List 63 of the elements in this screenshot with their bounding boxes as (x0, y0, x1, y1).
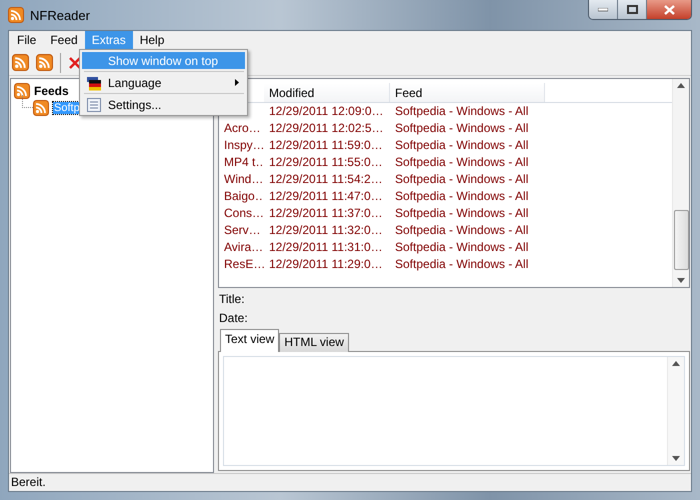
tab[interactable]: Text view (220, 329, 280, 352)
feeds-icon (14, 82, 30, 98)
table-cell-text: Baigo… (223, 188, 264, 205)
table-cell-text: 12/29/2011 11:47:0… (268, 188, 384, 205)
menu-item[interactable]: File (10, 31, 44, 50)
close-button[interactable] (647, 0, 691, 19)
menu-item[interactable]: Language (82, 74, 245, 91)
table-cell-text: 12/29/2011 11:29:0… (268, 256, 384, 273)
feed-icon (33, 100, 49, 116)
minimize-icon (598, 8, 608, 12)
table-cell-text: 12/29/2011 11:55:0… (268, 154, 384, 171)
table-cell-text: Inspy… (223, 137, 264, 154)
table-cell-text: Avira… (223, 239, 264, 256)
field-label: Title: (218, 291, 246, 307)
table-cell-text: 12/29/2011 11:54:2… (268, 171, 384, 188)
scroll-down-arrow-icon[interactable] (672, 456, 680, 461)
window-title: NFReader (30, 8, 90, 22)
maximize-icon (626, 5, 638, 14)
scroll-down-arrow-icon[interactable] (677, 278, 685, 283)
menu-item[interactable]: Settings... (82, 96, 245, 113)
table-cell-text: Softpedia - Windows - All (394, 239, 530, 256)
table-cell-text: Softpedia - Windows - All (394, 120, 530, 137)
table-cell-text: 12/29/2011 12:09:0… (268, 103, 385, 120)
table-cell-text: Softpedia - Windows - All (394, 205, 530, 222)
table-cell-text: 12/29/2011 11:31:0… (268, 239, 384, 256)
table-cell-text: Softpedia - Windows - All (394, 171, 530, 188)
status-text: Bereit. (11, 475, 46, 489)
menu-item[interactable]: Feed (43, 31, 85, 50)
minimize-button[interactable] (589, 0, 618, 19)
table-cell-text: 12/29/2011 11:59:0… (268, 137, 384, 154)
close-icon (664, 4, 674, 14)
table-cell-text: Softpedia - Windows - All (394, 103, 530, 120)
feed-settings-icon[interactable] (36, 54, 53, 71)
table-cell-text: Softpedia - Windows - All (394, 154, 530, 171)
flag-icon (86, 74, 102, 90)
table-cell-text: Acro… (223, 120, 262, 137)
menu-item[interactable]: Help (132, 31, 172, 50)
add-feed-icon[interactable] (12, 54, 29, 71)
scroll-up-arrow-icon[interactable] (677, 83, 685, 88)
settings-icon (86, 96, 102, 112)
table-cell-text: ResE… (223, 256, 264, 273)
table-cell-text: Softpedia - Windows - All (394, 188, 530, 205)
column-header[interactable]: Modified (264, 83, 390, 102)
table-cell-text: Cons… (223, 205, 264, 222)
table-cell-text: Wind… (223, 171, 264, 188)
scrollbar-thumb[interactable] (674, 210, 688, 270)
scroll-up-arrow-icon[interactable] (672, 361, 680, 366)
table-cell-text: MP4 t… (223, 154, 264, 171)
app-icon (8, 7, 24, 23)
field-label: Date: (218, 310, 249, 326)
table-cell-text: Softpedia - Windows - All (394, 137, 530, 154)
column-header[interactable]: Feed (390, 83, 545, 102)
maximize-button[interactable] (618, 0, 647, 19)
table-cell-text: 12/29/2011 11:32:0… (268, 222, 384, 239)
table-cell-text: Serv… (223, 222, 262, 239)
table-cell-text: 12/29/2011 11:37:0… (268, 205, 384, 222)
table-cell-text: Softpedia - Windows - All (394, 256, 530, 273)
tree-item[interactable]: Feeds (34, 84, 69, 98)
table-cell-text: 12/29/2011 12:02:5… (268, 120, 385, 137)
submenu-arrow-icon (235, 79, 239, 86)
delete-icon[interactable] (68, 56, 82, 70)
table-cell-text: Softpedia - Windows - All (394, 222, 530, 239)
tab[interactable]: HTML view (279, 333, 349, 352)
